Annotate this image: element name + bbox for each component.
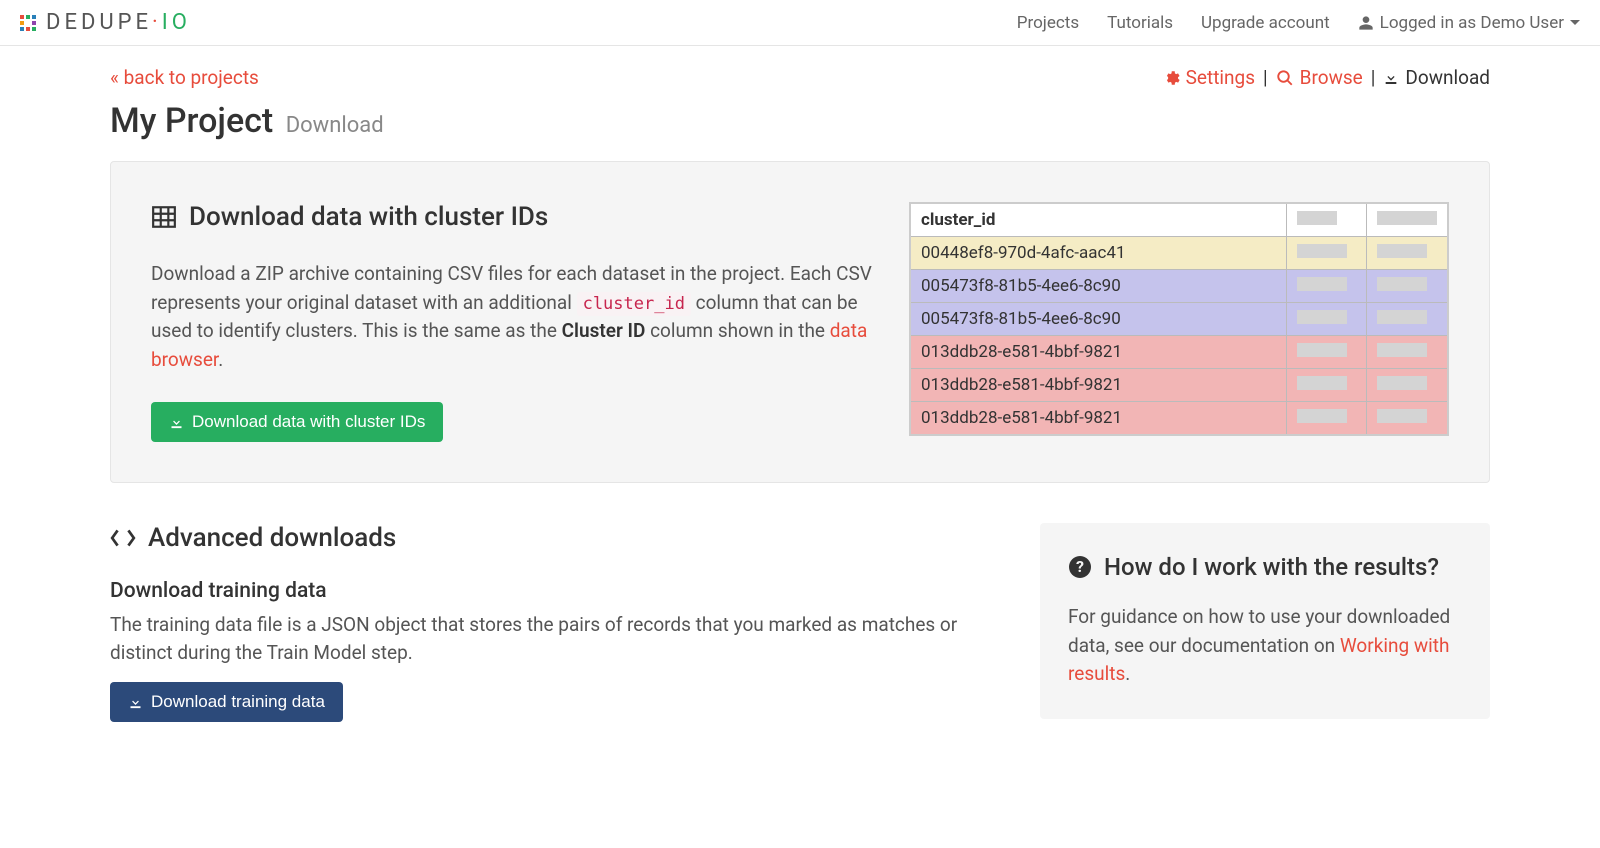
download-icon (1383, 70, 1399, 86)
back-to-projects-link[interactable]: « back to projects (110, 66, 259, 89)
download-cluster-ids-button[interactable]: Download data with cluster IDs (151, 402, 443, 442)
training-description: The training data file is a JSON object … (110, 611, 1000, 666)
help-title: ? How do I work with the results? (1068, 553, 1462, 581)
download-icon (128, 695, 143, 710)
download-icon (169, 415, 184, 430)
download-panel: Download data with cluster IDs Download … (110, 161, 1490, 483)
table-header-cluster-id: cluster_id (910, 203, 1287, 237)
brand-text: DEDUPE·IO (46, 10, 191, 35)
help-text: For guidance on how to use your download… (1068, 603, 1462, 689)
caret-down-icon (1570, 18, 1580, 28)
action-links: Settings | Browse | Download (1162, 66, 1490, 89)
brand-logo[interactable]: DEDUPE·IO (20, 10, 191, 35)
svg-text:?: ? (1076, 557, 1084, 576)
navbar: DEDUPE·IO Projects Tutorials Upgrade acc… (0, 0, 1600, 46)
download-training-data-button[interactable]: Download training data (110, 682, 343, 722)
top-row: « back to projects Settings | Browse | D… (110, 66, 1490, 89)
download-current: Download (1383, 66, 1490, 89)
user-icon (1358, 15, 1374, 31)
cogs-icon (1162, 69, 1180, 87)
nav-right: Projects Tutorials Upgrade account Logge… (1017, 13, 1580, 33)
nav-upgrade[interactable]: Upgrade account (1201, 13, 1330, 33)
table-header-blank (1367, 203, 1449, 237)
table-row: 005473f8-81b5-4ee6-8c90 (910, 270, 1448, 303)
page-title: My Project Download (110, 101, 1490, 141)
search-icon (1276, 69, 1294, 87)
cluster-preview-table: cluster_id 00448ef8-970d-4afc-aac4100547… (909, 202, 1449, 436)
nav-user-menu[interactable]: Logged in as Demo User (1358, 13, 1580, 33)
table-row: 013ddb28-e581-4bbf-9821 (910, 402, 1448, 436)
table-header-blank (1287, 203, 1367, 237)
table-row: 00448ef8-970d-4afc-aac41 (910, 237, 1448, 270)
panel-description: Download a ZIP archive containing CSV fi… (151, 260, 879, 374)
nav-projects[interactable]: Projects (1017, 13, 1079, 33)
table-icon (151, 204, 177, 230)
code-icon (110, 527, 136, 549)
browse-link[interactable]: Browse (1276, 66, 1363, 89)
logo-icon (20, 15, 36, 31)
table-row: 013ddb28-e581-4bbf-9821 (910, 336, 1448, 369)
table-row: 013ddb28-e581-4bbf-9821 (910, 369, 1448, 402)
question-circle-icon: ? (1068, 555, 1092, 579)
table-row: 005473f8-81b5-4ee6-8c90 (910, 303, 1448, 336)
training-heading: Download training data (110, 579, 1000, 603)
panel-title: Download data with cluster IDs (151, 202, 879, 232)
settings-link[interactable]: Settings (1162, 66, 1255, 89)
advanced-title: Advanced downloads (110, 523, 1000, 553)
help-box: ? How do I work with the results? For gu… (1040, 523, 1490, 719)
nav-tutorials[interactable]: Tutorials (1107, 13, 1173, 33)
